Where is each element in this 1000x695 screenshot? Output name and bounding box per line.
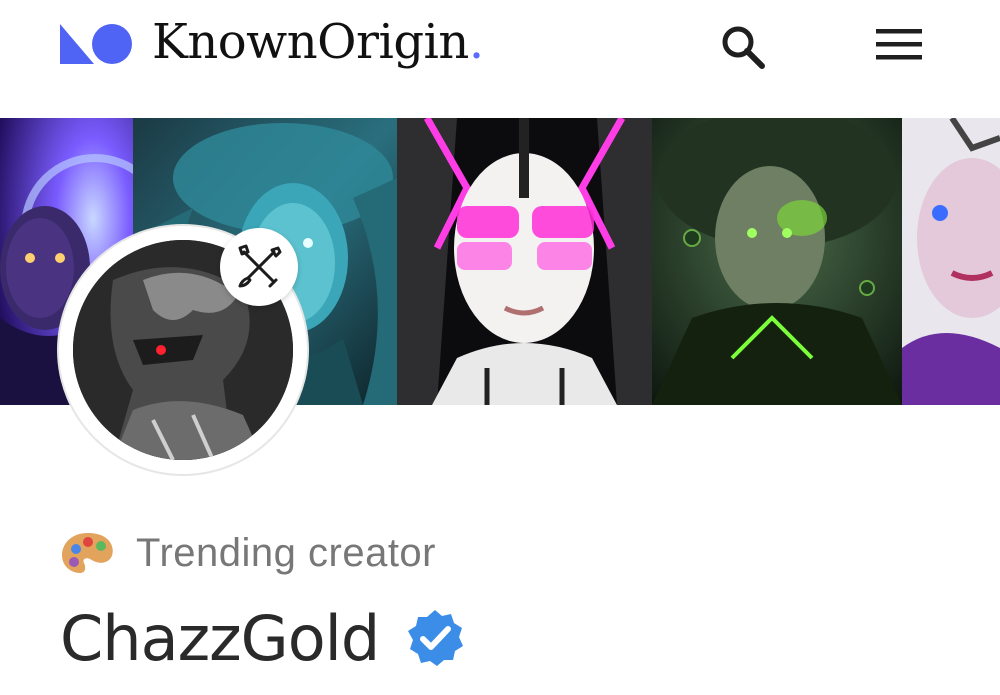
trending-creator-label: Trending creator — [136, 530, 436, 575]
creator-name-row: ChazzGold — [60, 598, 465, 678]
top-header: KnownOrigin. — [0, 0, 1000, 118]
verified-badge-icon — [408, 610, 464, 666]
banner-artwork-4[interactable] — [652, 118, 902, 405]
brand-name[interactable]: KnownOrigin. — [152, 14, 484, 70]
creator-name: ChazzGold — [60, 601, 380, 675]
knownorigin-logo-icon[interactable] — [60, 24, 132, 64]
trending-creator-row: Trending creator — [60, 528, 436, 578]
banner-artwork-5[interactable] — [902, 118, 1000, 405]
palette-icon — [62, 533, 113, 573]
hamburger-menu-icon[interactable] — [872, 22, 926, 68]
search-icon[interactable] — [716, 20, 770, 74]
banner-artwork-3[interactable] — [397, 118, 652, 405]
brand-text: KnownOrigin — [152, 14, 469, 70]
artist-brush-badge-icon — [220, 228, 298, 306]
brand-dot: . — [468, 14, 484, 70]
